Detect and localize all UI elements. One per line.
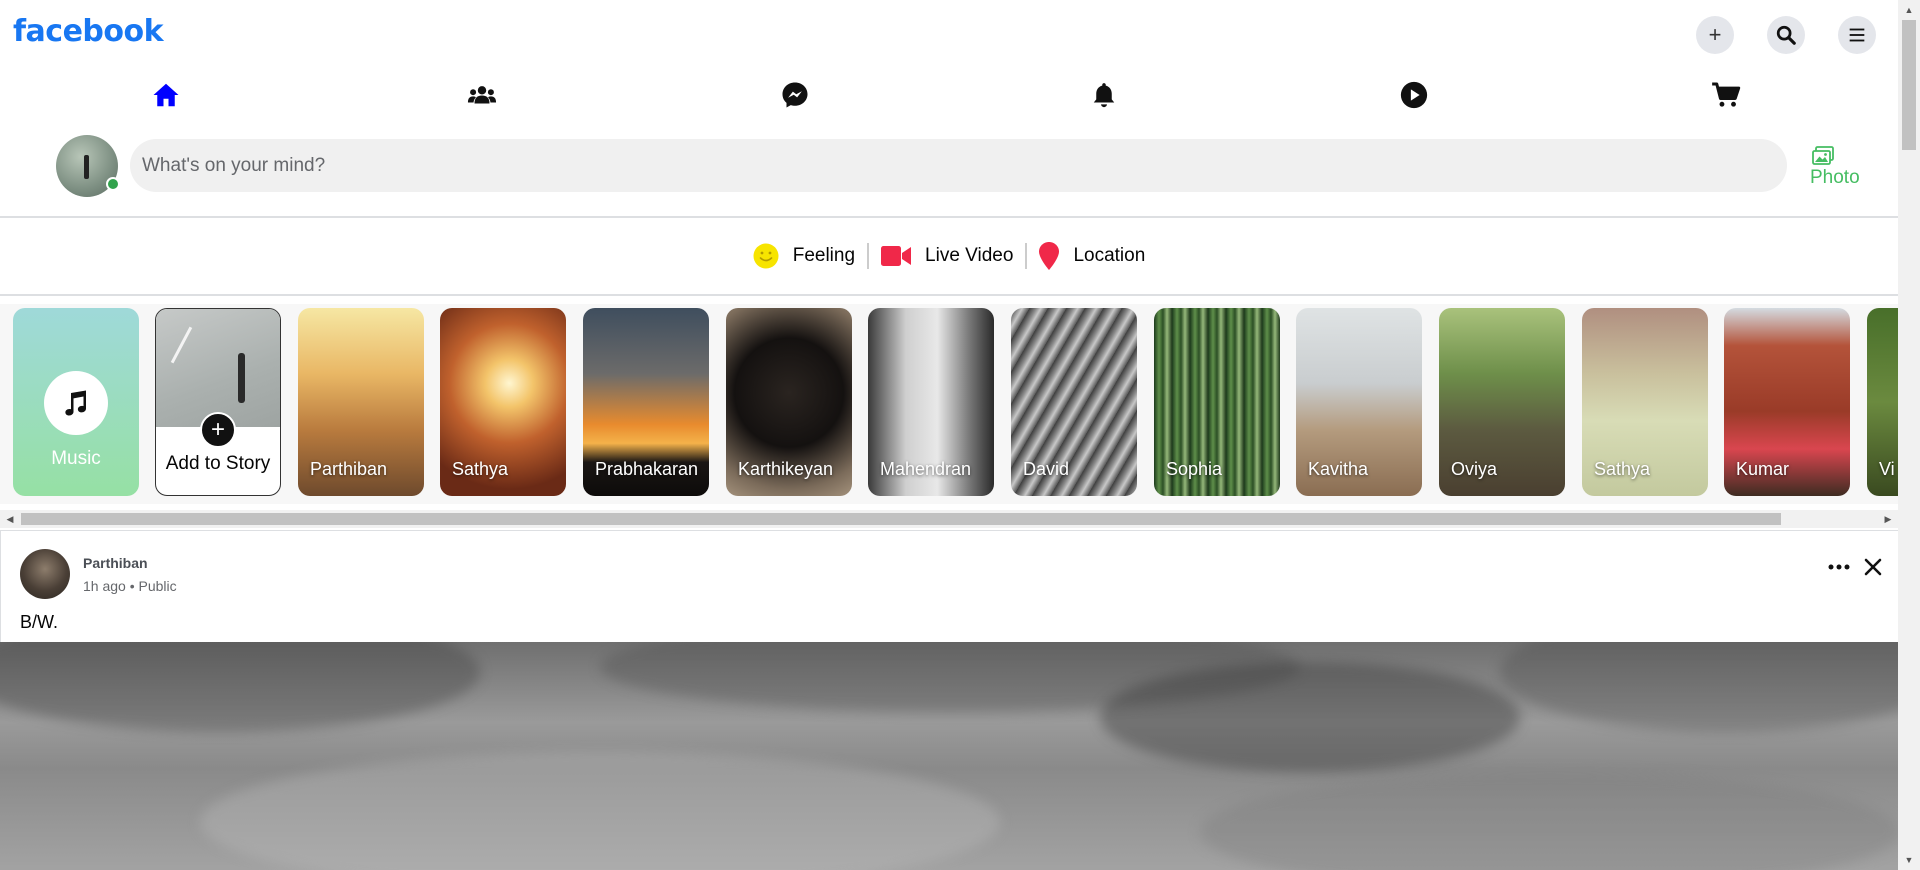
page-vertical-scrollbar[interactable]: ▲ ▼ — [1898, 0, 1920, 870]
add-to-story-label: Add to Story — [165, 453, 271, 474]
add-to-story-card[interactable]: + Add to Story — [155, 308, 281, 496]
live-video-label: Live Video — [925, 245, 1014, 266]
scroll-up-arrow[interactable]: ▲ — [1903, 4, 1915, 16]
plus-icon: + — [1708, 22, 1722, 47]
bell-icon — [1093, 83, 1115, 108]
friends-icon — [467, 86, 497, 104]
post-text: B/W. — [20, 612, 59, 632]
add-story-plus-icon[interactable]: + — [200, 412, 236, 448]
menu-button[interactable] — [1838, 16, 1876, 54]
story-name: Kumar — [1736, 459, 1790, 479]
composer-divider — [0, 216, 1898, 218]
cloud-shape — [1500, 642, 1898, 732]
cloud-shape — [1100, 662, 1520, 772]
story-card[interactable]: Kavitha — [1296, 308, 1422, 496]
search-button[interactable] — [1767, 16, 1805, 54]
stories-strip[interactable]: Music + Add to Story Parthiban Sathya Pr… — [0, 304, 1898, 504]
story-card[interactable]: Sathya — [1582, 308, 1708, 496]
horizontal-scroll-thumb[interactable] — [21, 513, 1781, 525]
whats-on-your-mind-input[interactable] — [130, 139, 1787, 192]
story-name: Sathya — [452, 459, 509, 479]
story-card[interactable]: Parthiban — [298, 308, 424, 496]
actions-divider — [0, 294, 1898, 296]
location-pin-icon — [1039, 242, 1060, 270]
story-card[interactable]: Kumar — [1724, 308, 1850, 496]
feeling-label: Feeling — [792, 245, 856, 266]
story-name: Kavitha — [1308, 459, 1369, 479]
facebook-app: facebook + What's on your mind? Photo Fe… — [0, 0, 1920, 870]
composer-avatar[interactable] — [56, 135, 120, 197]
post-author-avatar[interactable] — [20, 549, 70, 599]
music-label: Music — [51, 448, 101, 469]
post-author-name[interactable]: Parthiban — [83, 555, 148, 571]
nav-messenger[interactable] — [755, 74, 835, 116]
story-name: Mahendran — [880, 459, 972, 479]
story-name: Karthikeyan — [738, 459, 834, 479]
photo-icon — [1812, 146, 1834, 165]
vertical-scroll-thumb[interactable] — [1902, 20, 1916, 150]
location-button[interactable]: Location — [1027, 242, 1157, 270]
add-story-photo — [156, 309, 280, 427]
facebook-logo[interactable]: facebook — [13, 14, 164, 49]
scroll-down-arrow[interactable]: ▼ — [1903, 854, 1915, 866]
cloud-shape — [0, 642, 480, 732]
cloud-shape — [1200, 772, 1898, 870]
story-card[interactable]: Mahendran — [868, 308, 994, 496]
main-nav — [0, 74, 1898, 116]
menu-icon — [1849, 28, 1865, 42]
nav-watch[interactable] — [1374, 74, 1454, 116]
story-card[interactable]: Sophia — [1154, 308, 1280, 496]
story-music[interactable]: Music — [13, 308, 139, 496]
video-camera-icon — [881, 246, 912, 266]
cart-icon — [1712, 82, 1741, 107]
nav-friends[interactable] — [442, 74, 522, 116]
story-name: David — [1023, 459, 1070, 479]
music-note-icon — [65, 390, 86, 416]
scroll-right-arrow[interactable]: ▶ — [1882, 513, 1894, 525]
story-card[interactable]: Oviya — [1439, 308, 1565, 496]
cloud-shape — [200, 752, 1000, 870]
story-name: Vi — [1879, 459, 1895, 479]
play-icon — [1400, 81, 1428, 109]
close-icon — [1864, 558, 1882, 576]
create-button[interactable]: + — [1696, 16, 1734, 54]
story-name: Sophia — [1166, 459, 1223, 479]
story-card[interactable]: Prabhakaran — [583, 308, 709, 496]
search-icon — [1776, 25, 1796, 45]
story-name: Parthiban — [310, 459, 388, 479]
nav-notifications[interactable] — [1064, 74, 1144, 116]
composer-actions: Feeling Live Video Location — [0, 238, 1898, 274]
post-close-button[interactable] — [1858, 553, 1888, 581]
story-card[interactable]: Vi — [1867, 308, 1898, 496]
story-name: Oviya — [1451, 459, 1498, 479]
feed-post: Parthiban 1h ago • Public B/W. — [0, 530, 1898, 870]
nav-marketplace[interactable] — [1686, 74, 1766, 116]
scroll-left-arrow[interactable]: ◀ — [4, 513, 16, 525]
post-image[interactable] — [0, 642, 1898, 870]
post-more-button[interactable] — [1824, 555, 1854, 579]
feeling-button[interactable]: Feeling — [741, 242, 867, 270]
nav-home[interactable] — [126, 74, 206, 116]
story-name: Sathya — [1594, 459, 1651, 479]
more-dots-icon — [1828, 564, 1850, 570]
story-name: Prabhakaran — [595, 459, 699, 479]
story-card[interactable]: Karthikeyan — [726, 308, 852, 496]
online-status-dot — [106, 177, 120, 191]
story-card[interactable]: David — [1011, 308, 1137, 496]
story-card[interactable]: Sathya — [440, 308, 566, 496]
stories-horizontal-scrollbar[interactable]: ◀ ▶ — [0, 510, 1898, 528]
home-icon — [153, 83, 179, 107]
smiley-icon — [753, 243, 779, 269]
main-viewport: facebook + What's on your mind? Photo Fe… — [0, 0, 1898, 870]
photo-button[interactable]: Photo — [1810, 146, 1898, 189]
music-circle — [44, 371, 108, 435]
photo-label: Photo — [1810, 167, 1860, 188]
live-video-button[interactable]: Live Video — [869, 242, 1025, 270]
messenger-icon — [782, 82, 808, 108]
location-label: Location — [1073, 245, 1146, 266]
post-meta: 1h ago • Public — [83, 578, 177, 594]
